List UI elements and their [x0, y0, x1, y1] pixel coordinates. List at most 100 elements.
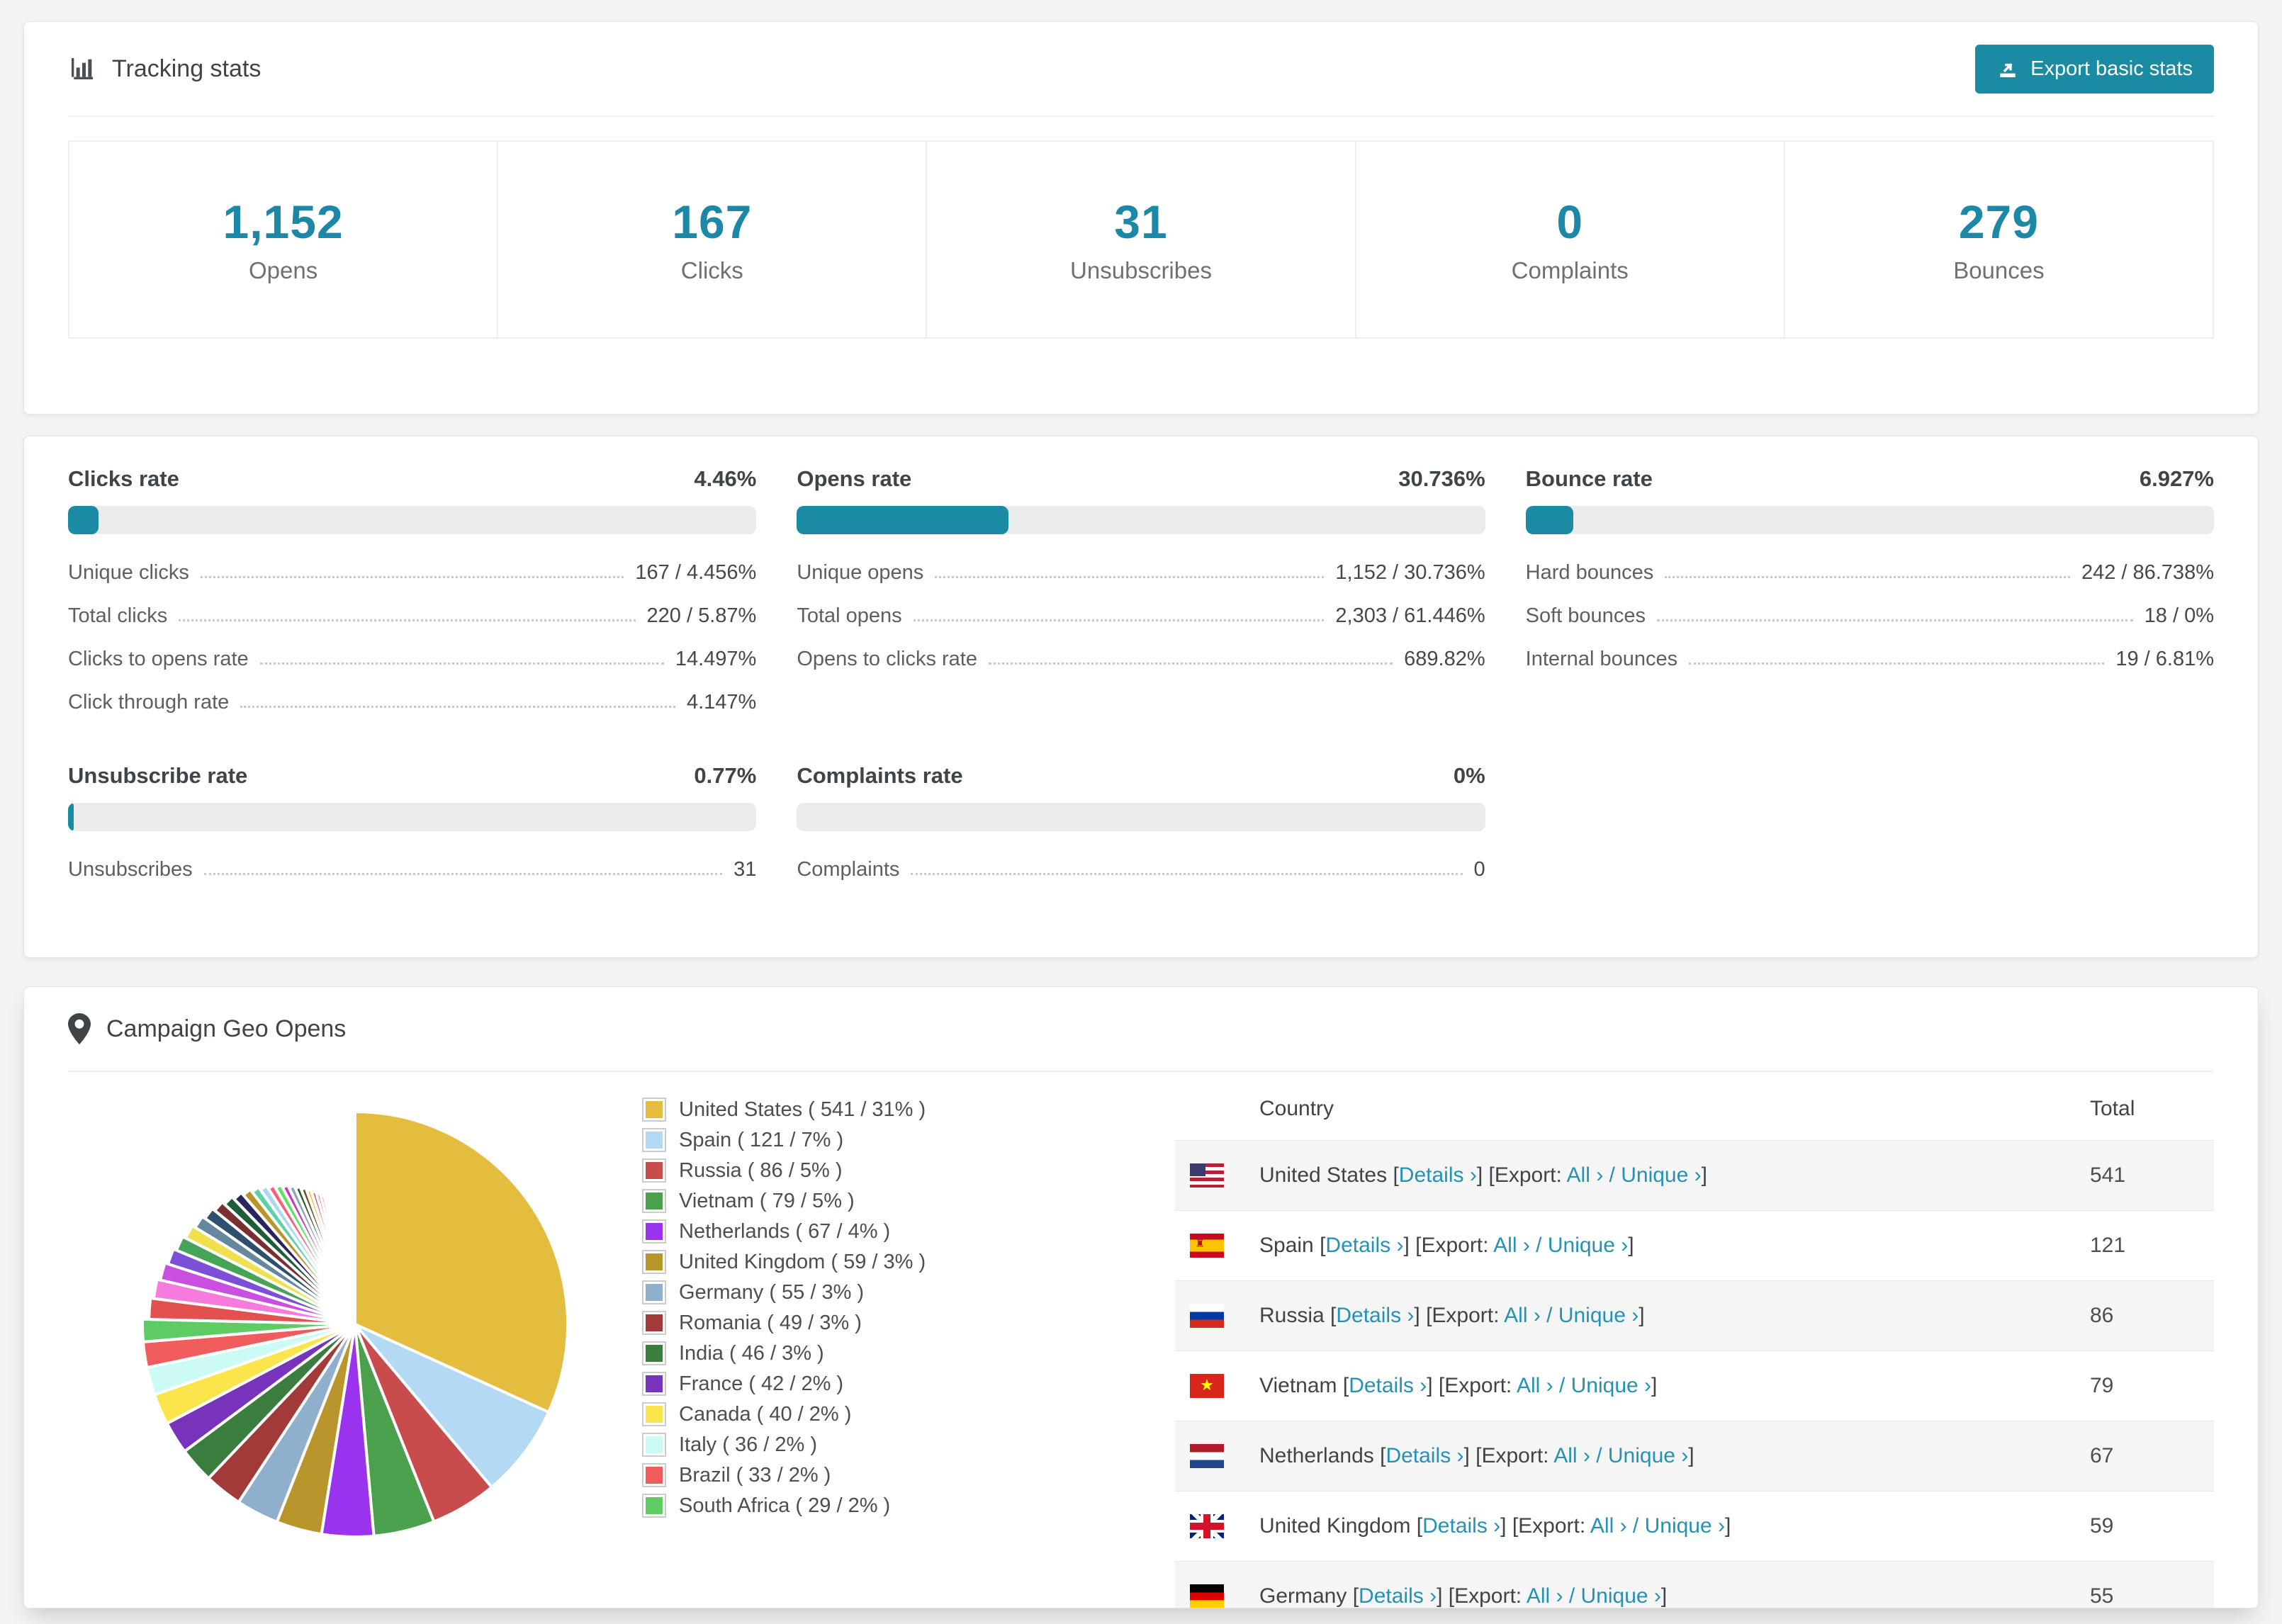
export-icon	[1996, 57, 2019, 80]
rate-title-row: Unsubscribe rate 0.77%	[68, 763, 756, 789]
stat-label: Bounces	[1953, 257, 2045, 283]
geo-total-cell: 59	[2090, 1514, 2114, 1538]
detail-row-label: Click through rate	[68, 691, 230, 714]
geo-country-cell: Russia [Details ›] [Export: All › / Uniq…	[1175, 1304, 2090, 1328]
legend-item-vietnam: Vietnam ( 79 / 5% )	[642, 1189, 1175, 1213]
legend-label: India ( 46 / 3% )	[679, 1341, 824, 1365]
detail-row-value: 31	[734, 858, 757, 881]
export-all-link[interactable]: All ›	[1590, 1514, 1627, 1538]
progress-bar	[1525, 506, 2214, 534]
es-flag-icon	[1190, 1234, 1224, 1258]
export-unique-link[interactable]: Unique ›	[1548, 1234, 1628, 1257]
geo-content: United States ( 541 / 31% ) Spain ( 121 /…	[68, 1078, 2214, 1608]
dotted-leader	[935, 576, 1325, 578]
geo-country-cell: Germany [Details ›] [Export: All › / Uni…	[1175, 1584, 2090, 1608]
link-separator: /	[1563, 1584, 1581, 1608]
rate-value: 6.927%	[2139, 466, 2214, 491]
geo-country-text: Netherlands [Details ›] [Export: All › /…	[1259, 1444, 1694, 1467]
geo-country-cell: Vietnam [Details ›] [Export: All › / Uni…	[1175, 1374, 2090, 1398]
detail-row-value: 689.82%	[1404, 648, 1485, 670]
bar-chart-icon	[68, 55, 96, 83]
page: Tracking stats Export basic stats 1,152 O…	[0, 0, 2282, 1608]
legend-swatch	[642, 1463, 666, 1487]
progress-bar	[68, 803, 757, 831]
legend-label: Brazil ( 33 / 2% )	[679, 1463, 831, 1487]
legend-item-france: France ( 42 / 2% )	[642, 1372, 1175, 1396]
tracking-stats-title-text: Tracking stats	[112, 55, 262, 82]
legend-swatch	[642, 1372, 666, 1396]
details-link[interactable]: Details ›	[1422, 1514, 1500, 1538]
detail-row: Total clicks 220 / 5.87%	[68, 594, 756, 638]
export-unique-link[interactable]: Unique ›	[1621, 1163, 1701, 1187]
detail-row-value: 0	[1473, 858, 1485, 881]
stat-value: 0	[1556, 196, 1584, 248]
stat-value: 167	[672, 196, 753, 248]
legend-label: Spain ( 121 / 7% )	[679, 1128, 844, 1151]
rate-title-row: Complaints rate 0%	[797, 763, 1485, 789]
export-all-link[interactable]: All ›	[1527, 1584, 1563, 1608]
export-unique-link[interactable]: Unique ›	[1645, 1514, 1725, 1538]
detail-row-label: Total clicks	[68, 604, 168, 627]
details-link[interactable]: Details ›	[1399, 1163, 1477, 1187]
export-unique-link[interactable]: Unique ›	[1581, 1584, 1661, 1608]
export-all-link[interactable]: All ›	[1504, 1304, 1541, 1327]
rates-grid: Clicks rate 4.46% Unique clicks 167 / 4.456…	[68, 466, 2214, 891]
legend-label: South Africa ( 29 / 2% )	[679, 1494, 891, 1517]
geo-total-cell: 541	[2090, 1163, 2126, 1187]
dotted-leader	[1665, 576, 2070, 578]
geo-country-text: Germany [Details ›] [Export: All › / Uni…	[1259, 1584, 1668, 1608]
export-all-link[interactable]: All ›	[1567, 1163, 1604, 1187]
geo-country-text: United Kingdom [Details ›] [Export: All …	[1259, 1514, 1731, 1538]
legend-item-united-states: United States ( 541 / 31% )	[642, 1098, 1175, 1122]
details-link[interactable]: Details ›	[1386, 1444, 1463, 1467]
export-all-link[interactable]: All ›	[1553, 1444, 1590, 1467]
detail-row-label: Unsubscribes	[68, 858, 193, 881]
geo-table-row-es: Spain [Details ›] [Export: All › / Uniqu…	[1175, 1210, 2214, 1280]
export-unique-link[interactable]: Unique ›	[1608, 1444, 1688, 1467]
geo-pie-chart	[68, 1078, 642, 1608]
link-separator: /	[1529, 1234, 1548, 1257]
link-separator: /	[1603, 1163, 1621, 1187]
progress-bar	[68, 506, 757, 534]
legend-item-canada: Canada ( 40 / 2% )	[642, 1402, 1175, 1426]
detail-row-value: 18 / 0%	[2144, 604, 2214, 627]
legend-label: United States ( 541 / 31% )	[679, 1098, 926, 1121]
dotted-leader	[179, 619, 636, 621]
export-unique-link[interactable]: Unique ›	[1571, 1374, 1651, 1397]
export-unique-link[interactable]: Unique ›	[1558, 1304, 1639, 1327]
export-all-link[interactable]: All ›	[1493, 1234, 1530, 1257]
dotted-leader	[913, 619, 1325, 621]
detail-row-label: Total opens	[797, 604, 902, 627]
progress-bar-fill	[1525, 506, 1573, 534]
detail-row: Hard bounces 242 / 86.738%	[1526, 551, 2214, 594]
progress-bar-fill	[68, 506, 99, 534]
details-link[interactable]: Details ›	[1349, 1374, 1427, 1397]
geo-total-cell: 79	[2090, 1374, 2114, 1397]
rate-title: Clicks rate	[68, 466, 179, 491]
tracking-stats-title: Tracking stats	[68, 55, 261, 83]
geo-country-cell: Spain [Details ›] [Export: All › / Uniqu…	[1175, 1234, 2090, 1258]
geo-total-cell: 55	[2090, 1584, 2114, 1608]
detail-row-value: 2,303 / 61.446%	[1335, 604, 1485, 627]
tracking-stats-card: Tracking stats Export basic stats 1,152 O…	[23, 21, 2259, 415]
map-marker-icon	[68, 1013, 91, 1044]
export-basic-stats-button[interactable]: Export basic stats	[1975, 44, 2214, 94]
details-link[interactable]: Details ›	[1325, 1234, 1403, 1257]
rate-card-clicks-rate: Clicks rate 4.46% Unique clicks 167 / 4.456…	[68, 466, 757, 724]
detail-row: Soft bounces 18 / 0%	[1526, 594, 2214, 638]
legend-label: Canada ( 40 / 2% )	[679, 1402, 852, 1426]
rate-title: Unsubscribe rate	[68, 763, 248, 788]
detail-row: Unique clicks 167 / 4.456%	[68, 551, 756, 594]
stat-cell-opens: 1,152 Opens	[69, 142, 499, 337]
geo-pie-legend: United States ( 541 / 31% ) Spain ( 121 /…	[642, 1078, 1175, 1608]
detail-row-label: Hard bounces	[1525, 561, 1654, 584]
export-all-link[interactable]: All ›	[1517, 1374, 1553, 1397]
details-link[interactable]: Details ›	[1359, 1584, 1437, 1608]
legend-item-south-africa: South Africa ( 29 / 2% )	[642, 1494, 1175, 1518]
legend-label: Russia ( 86 / 5% )	[679, 1158, 843, 1182]
rates-card: Clicks rate 4.46% Unique clicks 167 / 4.456…	[23, 436, 2259, 958]
rate-detail-rows: Unsubscribes 31	[68, 848, 756, 891]
progress-bar	[797, 506, 1485, 534]
details-link[interactable]: Details ›	[1336, 1304, 1414, 1327]
stat-value: 31	[1114, 196, 1168, 248]
